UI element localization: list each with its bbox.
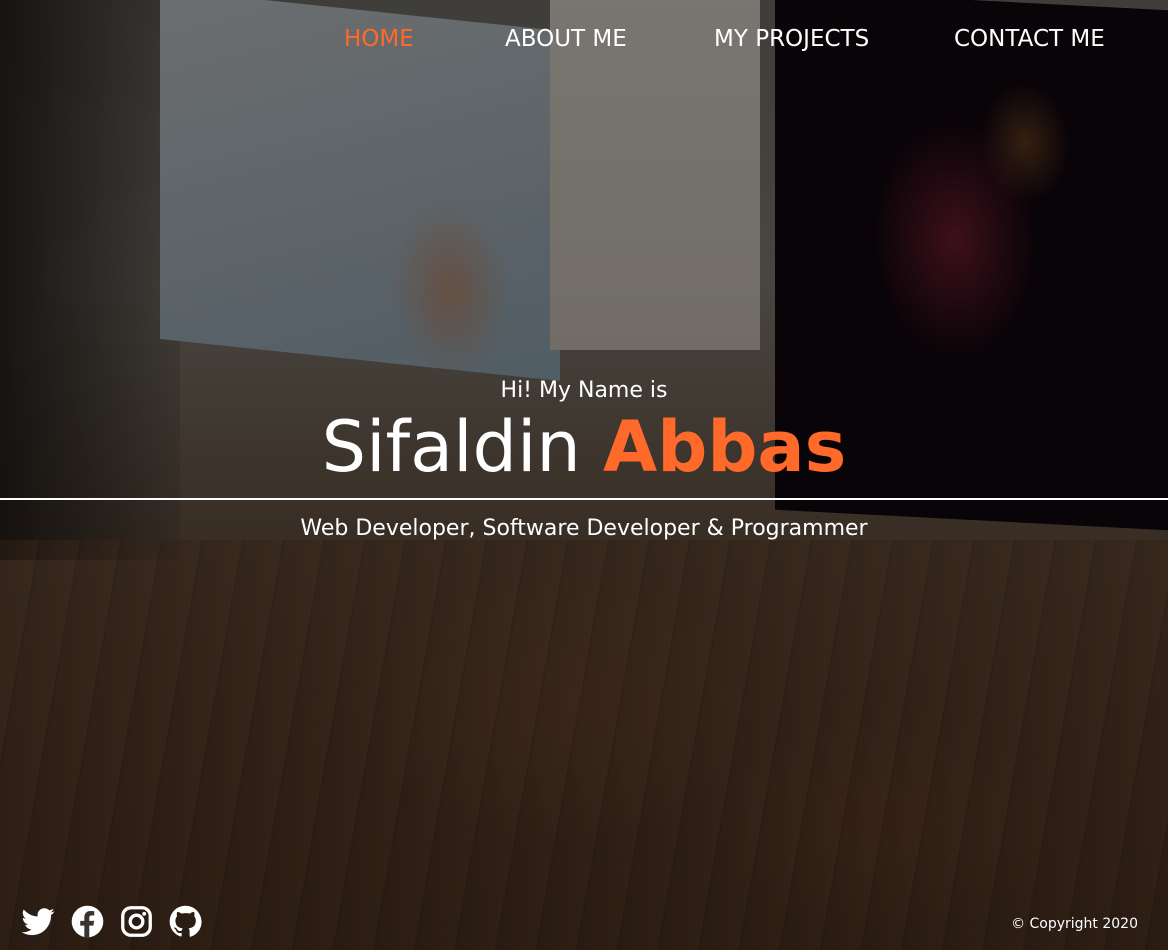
hero-divider [0, 498, 1168, 500]
hero-last-name: Abbas [603, 406, 847, 488]
nav-link-my-projects[interactable]: MY PROJECTS [714, 26, 869, 52]
nav-link-home[interactable]: HOME [344, 26, 414, 52]
hero-section: HOME ABOUT ME MY PROJECTS CONTACT ME Hi!… [0, 0, 1168, 950]
hero-tagline: Web Developer, Software Developer & Prog… [300, 516, 868, 541]
github-link[interactable] [169, 905, 202, 938]
copyright-text: © Copyright 2020 [1011, 916, 1138, 932]
social-links [22, 905, 202, 939]
nav-link-about-me[interactable]: ABOUT ME [505, 26, 627, 52]
twitter-link[interactable] [22, 905, 55, 938]
instagram-icon [121, 906, 152, 937]
twitter-icon [22, 908, 55, 936]
instagram-link[interactable] [120, 905, 153, 938]
nav-link-contact-me[interactable]: CONTACT ME [954, 26, 1105, 52]
github-icon [169, 905, 202, 937]
main-nav: HOME ABOUT ME MY PROJECTS CONTACT ME [0, 26, 1168, 58]
facebook-icon [71, 905, 104, 938]
facebook-link[interactable] [71, 905, 104, 938]
hero-greeting: Hi! My Name is [500, 378, 668, 403]
hero-name: Sifaldin Abbas [0, 402, 1168, 492]
hero-first-name: Sifaldin [321, 406, 581, 488]
